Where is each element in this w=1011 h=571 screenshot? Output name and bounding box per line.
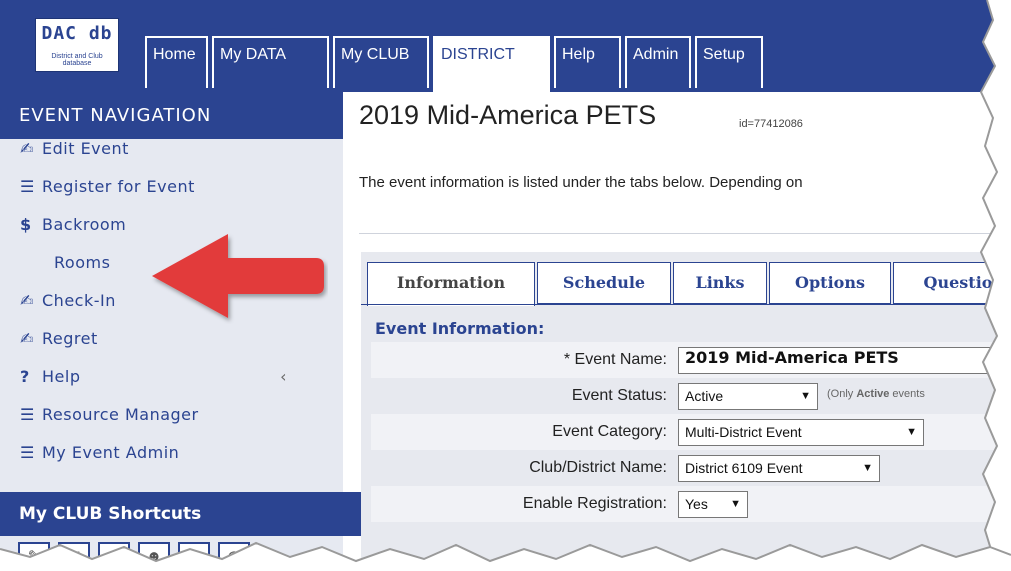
tab-district[interactable]: DISTRICT xyxy=(433,36,550,92)
dropdown-arrow-icon: ▼ xyxy=(906,426,917,438)
shortcuts-header: My CLUB Shortcuts xyxy=(0,492,362,536)
tab-setup[interactable]: Setup xyxy=(695,36,763,88)
tab-options[interactable]: Options xyxy=(769,262,891,304)
tab-help[interactable]: Help xyxy=(554,36,621,88)
event-status-select[interactable]: Active ▼ xyxy=(678,383,818,410)
event-status-note: (Only Active events xyxy=(827,388,925,400)
sidebar-item-resource-manager[interactable]: ☰ Resource Manager xyxy=(0,405,343,443)
sidebar-item-label: Edit Event xyxy=(42,139,129,158)
club-district-select[interactable]: District 6109 Event ▼ xyxy=(678,455,880,482)
event-name-input[interactable]: 2019 Mid-America PETS xyxy=(678,347,1011,374)
intro-text: The event information is listed under th… xyxy=(359,174,803,191)
sidebar-item-register-for-event[interactable]: ☰ Register for Event xyxy=(0,177,343,215)
club-district-label: Club/District Name: xyxy=(529,459,667,476)
screenshot-frame: DAC db District and Club database Home M… xyxy=(0,0,1011,571)
dropdown-arrow-icon: ▼ xyxy=(862,462,873,474)
club-district-value: District 6109 Event xyxy=(685,460,803,476)
form-row-event-status: Event Status: Active ▼ (Only Active even… xyxy=(371,378,1011,414)
logo-subtitle: District and Club database xyxy=(51,53,103,67)
edit-icon: ✍ xyxy=(20,139,34,158)
form-row-event-category: Event Category: Multi-District Event ▼ xyxy=(371,414,1011,450)
list-icon: ☰ xyxy=(20,443,35,462)
form-row-event-name: * Event Name: 2019 Mid-America PETS xyxy=(371,342,1011,378)
event-name-label: * Event Name: xyxy=(563,351,667,368)
sidebar-item-label: Regret xyxy=(42,329,98,348)
form-row-club-district: Club/District Name: District 6109 Event … xyxy=(371,450,1011,486)
tab-admin[interactable]: Admin xyxy=(625,36,691,88)
top-navigation-bar: DAC db District and Club database Home M… xyxy=(0,0,1011,92)
tab-my-club[interactable]: My CLUB xyxy=(333,36,429,88)
tab-my-data[interactable]: My DATA xyxy=(212,36,329,88)
sidebar-item-my-event-admin[interactable]: ☰ My Event Admin xyxy=(0,443,343,481)
enable-registration-value: Yes xyxy=(685,496,708,512)
chevron-left-icon[interactable]: ‹ xyxy=(280,367,287,386)
torn-edge-right xyxy=(979,0,1011,571)
event-tab-panel: Information Schedule Links Options Quest… xyxy=(361,252,1011,571)
help-icon: ? xyxy=(20,367,30,386)
enable-registration-label: Enable Registration: xyxy=(522,495,667,512)
torn-edge-bottom xyxy=(0,541,1011,571)
sidebar-item-label: Resource Manager xyxy=(42,405,199,424)
event-id: id=77412086 xyxy=(739,118,803,130)
sidebar-item-label: Check-In xyxy=(42,291,116,310)
list-icon: ☰ xyxy=(20,405,35,424)
enable-registration-select[interactable]: Yes ▼ xyxy=(678,491,748,518)
tab-underline xyxy=(361,304,1011,305)
event-category-select[interactable]: Multi-District Event ▼ xyxy=(678,419,924,446)
annotation-arrow-icon xyxy=(152,234,324,318)
event-category-label: Event Category: xyxy=(552,423,667,440)
edit-icon: ✍ xyxy=(20,329,34,348)
dacdb-logo[interactable]: DAC db District and Club database xyxy=(35,18,119,72)
tab-information[interactable]: Information xyxy=(367,262,535,306)
edit-icon: ✍ xyxy=(20,291,34,310)
tab-schedule[interactable]: Schedule xyxy=(537,262,671,304)
sidebar-item-regret[interactable]: ✍ Regret xyxy=(0,329,343,367)
divider xyxy=(359,233,1011,234)
sidebar-item-label: Register for Event xyxy=(42,177,195,196)
tab-links[interactable]: Links xyxy=(673,262,767,304)
list-icon: ☰ xyxy=(20,177,35,196)
page-title: 2019 Mid-America PETS xyxy=(359,100,657,130)
sidebar-item-label: Rooms xyxy=(54,253,111,272)
dropdown-arrow-icon: ▼ xyxy=(730,498,741,510)
tab-home[interactable]: Home xyxy=(145,36,208,88)
sidebar-item-label: Backroom xyxy=(42,215,127,234)
event-status-value: Active xyxy=(685,388,724,404)
sidebar-item-label: My Event Admin xyxy=(42,443,180,462)
sidebar-item-label: Help xyxy=(42,367,81,386)
form-row-enable-registration: Enable Registration: Yes ▼ xyxy=(371,486,1011,522)
dollar-icon: $ xyxy=(20,215,32,234)
event-status-label: Event Status: xyxy=(571,387,667,404)
logo-title: DAC db xyxy=(41,23,113,44)
sidebar-item-help[interactable]: ? Help ‹ xyxy=(0,367,343,405)
sidebar-item-edit-event[interactable]: ✍ Edit Event xyxy=(0,139,343,177)
event-sidebar: EVENT NAVIGATION ✍ Edit Event ☰ Register f… xyxy=(0,92,362,571)
main-content: 2019 Mid-America PETS id=77412086 The ev… xyxy=(343,92,1011,571)
dropdown-arrow-icon: ▼ xyxy=(800,390,811,402)
event-category-value: Multi-District Event xyxy=(685,424,802,440)
sidebar-header: EVENT NAVIGATION xyxy=(0,92,343,139)
section-header: Event Information: xyxy=(375,319,545,338)
